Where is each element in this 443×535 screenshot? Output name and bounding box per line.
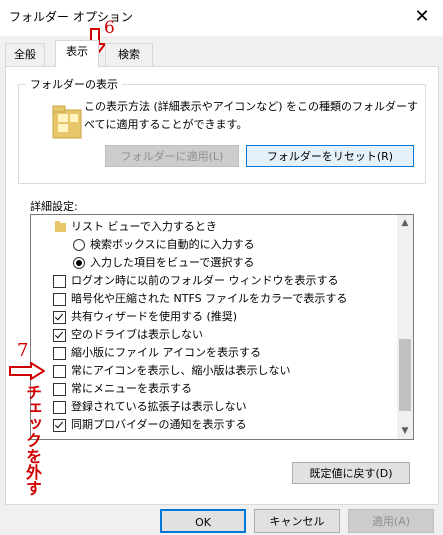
advanced-settings-label: 詳細設定: bbox=[30, 200, 78, 213]
list-scrollbar[interactable]: ▲ ▼ bbox=[397, 215, 413, 439]
list-item-label: 縮小版にファイル アイコンを表示する bbox=[71, 346, 261, 359]
advanced-settings-list[interactable]: リスト ビューで入力するとき 検索ボックスに自動的に入力する 入力した項目をビュ… bbox=[30, 214, 414, 440]
radio-autotype-search[interactable] bbox=[73, 239, 85, 251]
checkbox-sync-provider-notifications[interactable] bbox=[53, 419, 66, 432]
folder-icon bbox=[55, 221, 66, 232]
radio-select-in-view[interactable] bbox=[73, 257, 85, 269]
folder-view-icon bbox=[52, 105, 82, 139]
checkbox-restore-windows[interactable] bbox=[53, 275, 66, 288]
list-item-label: 常にアイコンを表示し、縮小版は表示しない bbox=[71, 364, 291, 377]
list-item-label: 常にメニューを表示する bbox=[71, 382, 192, 395]
scroll-up-icon[interactable]: ▲ bbox=[397, 215, 413, 231]
tab-view[interactable]: 表示 bbox=[55, 40, 99, 67]
cancel-button[interactable]: キャンセル bbox=[254, 509, 340, 533]
list-item-label: リスト ビューで入力するとき bbox=[71, 220, 217, 233]
checkbox-hide-empty-drives[interactable] bbox=[53, 329, 66, 342]
checkbox-sharing-wizard[interactable] bbox=[53, 311, 66, 324]
ok-button[interactable]: OK bbox=[160, 509, 246, 533]
list-item-label: 共有ウィザードを使用する (推奨) bbox=[71, 310, 238, 323]
folder-view-group-label: フォルダーの表示 bbox=[26, 76, 122, 92]
close-icon[interactable]: ✕ bbox=[411, 6, 433, 28]
checkbox-hide-extensions[interactable] bbox=[53, 401, 66, 414]
restore-defaults-button[interactable]: 既定値に戻す(D) bbox=[292, 462, 410, 484]
checkbox-thumbnail-file-icon[interactable] bbox=[53, 347, 66, 360]
tab-general[interactable]: 全般 bbox=[5, 43, 45, 66]
list-item-label: 入力した項目をビューで選択する bbox=[90, 256, 255, 269]
scroll-down-icon[interactable]: ▼ bbox=[397, 423, 413, 439]
reset-folders-button[interactable]: フォルダーをリセット(R) bbox=[246, 145, 414, 167]
annotation-step-7: 7 bbox=[17, 340, 29, 361]
list-item-label: 空のドライブは表示しない bbox=[71, 328, 203, 341]
apply-to-folders-button[interactable]: フォルダーに適用(L) bbox=[105, 145, 239, 167]
tab-search[interactable]: 検索 bbox=[105, 43, 153, 66]
checkbox-ntfs-color[interactable] bbox=[53, 293, 66, 306]
list-item-label: ログオン時に以前のフォルダー ウィンドウを表示する bbox=[71, 274, 339, 287]
list-item-label: 検索ボックスに自動的に入力する bbox=[90, 238, 255, 251]
checkbox-always-show-menus[interactable] bbox=[53, 383, 66, 396]
annotation-arrow-right-icon bbox=[9, 362, 45, 380]
list-item-label: 同期プロバイダーの通知を表示する bbox=[71, 418, 247, 431]
checkbox-always-show-icons[interactable] bbox=[53, 365, 66, 378]
annotation-uncheck-text: チェックを外す bbox=[23, 384, 42, 496]
folder-view-description: この表示方法 (詳細表示やアイコンなど) をこの種類のフォルダーすべてに適用する… bbox=[84, 100, 419, 131]
title-bar[interactable]: フォルダー オプション ✕ bbox=[0, 0, 443, 36]
list-item-label: 登録されている拡張子は表示しない bbox=[71, 400, 247, 413]
apply-button[interactable]: 適用(A) bbox=[348, 509, 434, 533]
scrollbar-thumb[interactable] bbox=[399, 339, 411, 411]
list-item-label: 暗号化や圧縮された NTFS ファイルをカラーで表示する bbox=[71, 292, 348, 305]
